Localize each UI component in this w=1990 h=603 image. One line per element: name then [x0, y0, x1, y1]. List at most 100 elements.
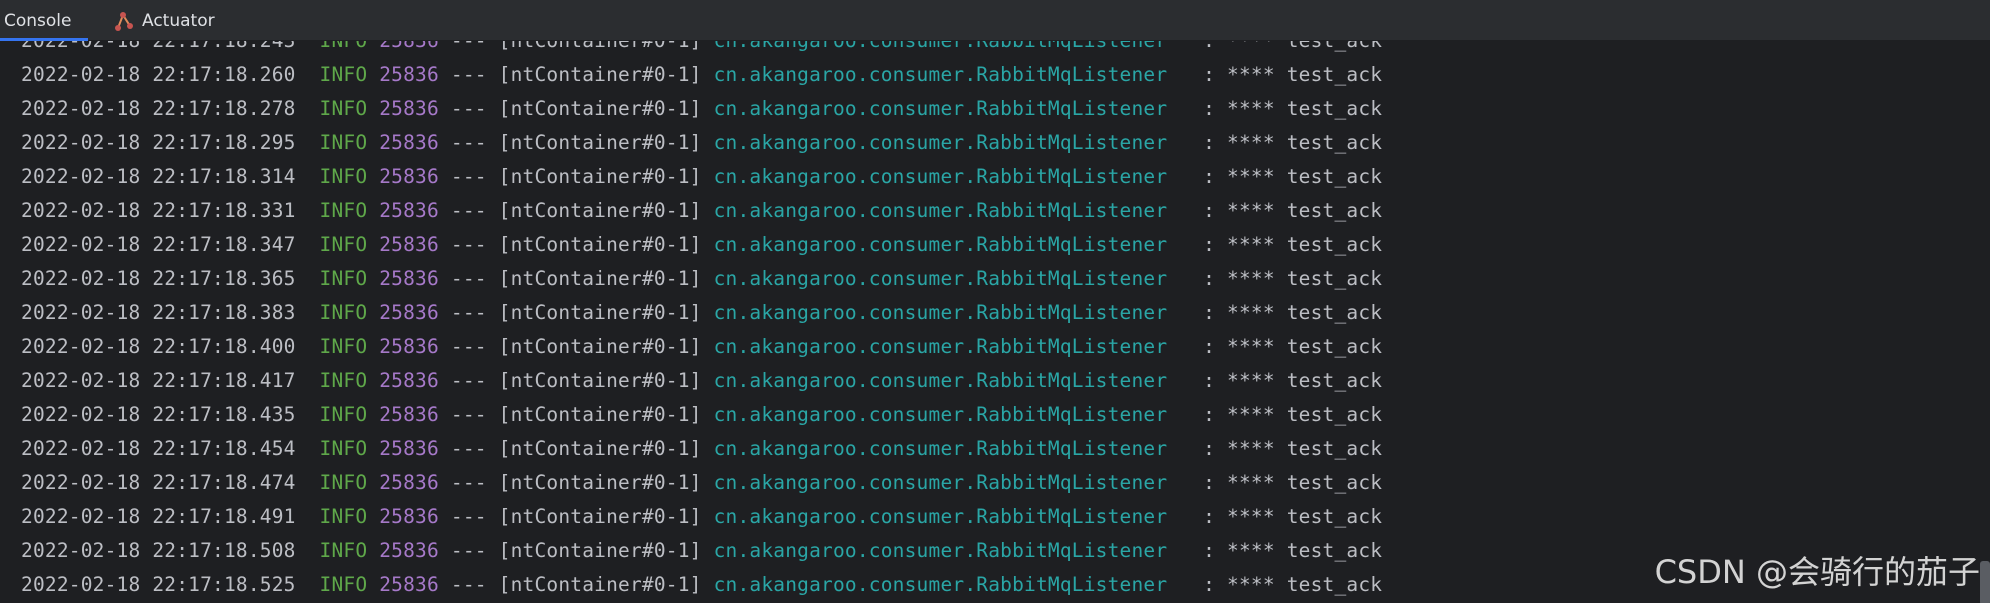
log-thread: [ntContainer#0-1]	[498, 233, 702, 256]
log-pid: 25836	[379, 369, 439, 392]
log-line: 2022-02-18 22:17:18.295 INFO 25836 --- […	[21, 126, 1382, 160]
log-pid: 25836	[379, 335, 439, 358]
log-separator: ---	[438, 267, 499, 290]
log-line: 2022-02-18 22:17:18.525 INFO 25836 --- […	[21, 568, 1382, 602]
log-pid: 25836	[379, 301, 439, 324]
log-thread: [ntContainer#0-1]	[498, 267, 702, 290]
log-message: : **** test_ack	[1191, 97, 1383, 120]
log-logger: cn.akangaroo.consumer.RabbitMqListener	[714, 41, 1168, 52]
log-line: 2022-02-18 22:17:18.365 INFO 25836 --- […	[21, 262, 1382, 296]
log-separator: ---	[438, 97, 499, 120]
log-line: 2022-02-18 22:17:18.331 INFO 25836 --- […	[21, 194, 1382, 228]
log-thread: [ntContainer#0-1]	[498, 369, 702, 392]
log-timestamp: 2022-02-18 22:17:18.508	[21, 539, 296, 562]
log-logger: cn.akangaroo.consumer.RabbitMqListener	[713, 301, 1168, 324]
log-message: : **** test_ack	[1191, 403, 1383, 426]
tab-console[interactable]: Console	[0, 0, 88, 41]
log-separator: ---	[438, 539, 499, 562]
log-message: : **** test_ack	[1191, 539, 1383, 562]
log-separator: ---	[438, 505, 499, 528]
log-thread: [ntContainer#0-1]	[498, 131, 702, 154]
log-level: INFO	[319, 267, 368, 290]
log-message: : **** test_ack	[1191, 471, 1383, 494]
log-line: 2022-02-18 22:17:18.454 INFO 25836 --- […	[21, 432, 1382, 466]
log-separator: ---	[438, 403, 499, 426]
log-separator: ---	[438, 199, 499, 222]
log-thread: [ntContainer#0-1]	[498, 471, 702, 494]
log-line: 2022-02-18 22:17:18.508 INFO 25836 --- […	[21, 534, 1382, 568]
log-message: : **** test_ack	[1191, 369, 1383, 392]
log-timestamp: 2022-02-18 22:17:18.295	[21, 131, 296, 154]
log-pid: 25836	[379, 573, 439, 596]
log-thread: [ntContainer#0-1]	[498, 165, 702, 188]
log-level: INFO	[319, 233, 368, 256]
log-logger: cn.akangaroo.consumer.RabbitMqListener	[713, 573, 1168, 596]
log-timestamp: 2022-02-18 22:17:18.400	[21, 335, 296, 358]
log-line: 2022-02-18 22:17:18.243 INFO 25836 --- […	[21, 41, 1382, 58]
log-logger: cn.akangaroo.consumer.RabbitMqListener	[713, 199, 1168, 222]
log-separator: ---	[438, 165, 499, 188]
log-message: : **** test_ack	[1191, 437, 1383, 460]
log-line: 2022-02-18 22:17:18.435 INFO 25836 --- […	[21, 398, 1382, 432]
log-thread: [ntContainer#0-1]	[499, 41, 702, 52]
log-separator: ---	[438, 131, 499, 154]
log-timestamp: 2022-02-18 22:17:18.417	[21, 369, 296, 392]
log-separator: ---	[438, 437, 499, 460]
log-level: INFO	[319, 471, 368, 494]
log-thread: [ntContainer#0-1]	[498, 437, 702, 460]
log-separator: ---	[439, 41, 499, 52]
log-message: : **** test_ack	[1191, 301, 1383, 324]
log-message: : **** test_ack	[1191, 41, 1382, 52]
log-line: 2022-02-18 22:17:18.260 INFO 25836 --- […	[21, 58, 1382, 92]
log-level: INFO	[319, 539, 368, 562]
scrollbar-thumb[interactable]	[1980, 561, 1990, 603]
log-logger: cn.akangaroo.consumer.RabbitMqListener	[713, 539, 1168, 562]
tab-actuator[interactable]: Actuator	[112, 0, 242, 41]
log-level: INFO	[319, 301, 368, 324]
log-pid: 25836	[379, 199, 439, 222]
log-level: INFO	[320, 41, 368, 52]
log-pid: 25836	[379, 97, 439, 120]
log-logger: cn.akangaroo.consumer.RabbitMqListener	[713, 267, 1168, 290]
log-pid: 25836	[379, 471, 439, 494]
log-logger: cn.akangaroo.consumer.RabbitMqListener	[713, 403, 1168, 426]
watermark: CSDN @会骑行的茄子	[1654, 553, 1980, 591]
log-separator: ---	[438, 301, 499, 324]
log-logger: cn.akangaroo.consumer.RabbitMqListener	[713, 471, 1168, 494]
log-message: : **** test_ack	[1191, 131, 1383, 154]
log-timestamp: 2022-02-18 22:17:18.347	[21, 233, 296, 256]
log-logger: cn.akangaroo.consumer.RabbitMqListener	[713, 437, 1168, 460]
log-thread: [ntContainer#0-1]	[498, 335, 702, 358]
log-thread: [ntContainer#0-1]	[498, 539, 702, 562]
log-message: : **** test_ack	[1191, 63, 1383, 86]
console-output[interactable]: 2022-02-18 22:17:18.243 INFO 25836 --- […	[0, 41, 1990, 603]
tab-console-label: Console	[4, 10, 72, 31]
log-thread: [ntContainer#0-1]	[498, 505, 702, 528]
log-timestamp: 2022-02-18 22:17:18.383	[21, 301, 296, 324]
log-timestamp: 2022-02-18 22:17:18.491	[21, 505, 296, 528]
log-timestamp: 2022-02-18 22:17:18.278	[21, 97, 296, 120]
log-separator: ---	[438, 369, 499, 392]
log-pid: 25836	[379, 63, 439, 86]
log-separator: ---	[438, 471, 499, 494]
log-timestamp: 2022-02-18 22:17:18.525	[21, 573, 296, 596]
log-timestamp: 2022-02-18 22:17:18.260	[21, 63, 296, 86]
log-level: INFO	[319, 335, 368, 358]
log-level: INFO	[319, 437, 368, 460]
log-pid: 25836	[379, 233, 439, 256]
log-timestamp: 2022-02-18 22:17:18.474	[21, 471, 296, 494]
log-logger: cn.akangaroo.consumer.RabbitMqListener	[713, 97, 1168, 120]
log-pid: 25836	[379, 403, 439, 426]
log-logger: cn.akangaroo.consumer.RabbitMqListener	[713, 505, 1168, 528]
log-thread: [ntContainer#0-1]	[498, 573, 702, 596]
log-timestamp: 2022-02-18 22:17:18.243	[21, 41, 296, 52]
log-pid: 25836	[379, 165, 439, 188]
log-separator: ---	[438, 335, 499, 358]
log-timestamp: 2022-02-18 22:17:18.331	[21, 199, 296, 222]
log-message: : **** test_ack	[1191, 335, 1383, 358]
log-separator: ---	[438, 233, 499, 256]
log-thread: [ntContainer#0-1]	[498, 199, 702, 222]
log-pid: 25836	[379, 41, 439, 52]
log-line: 2022-02-18 22:17:18.400 INFO 25836 --- […	[21, 330, 1382, 364]
log-pid: 25836	[379, 437, 439, 460]
